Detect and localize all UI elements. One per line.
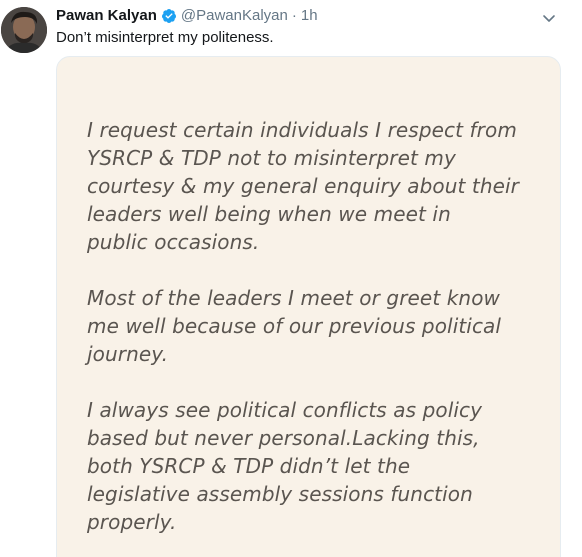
tweet-media-image[interactable]: I request certain individuals I respect …: [56, 56, 561, 557]
tweet-timestamp[interactable]: 1h: [301, 6, 318, 26]
avatar[interactable]: [1, 7, 47, 53]
display-name[interactable]: Pawan Kalyan: [56, 6, 157, 26]
media-text-block: I request certain individuals I respect …: [87, 116, 537, 557]
media-paragraph: I always see political conflicts as poli…: [87, 398, 483, 534]
tweet-header: Pawan Kalyan @PawanKalyan · 1h: [56, 6, 318, 26]
verified-badge-icon: [161, 8, 177, 24]
chevron-down-icon[interactable]: [541, 10, 557, 26]
separator-dot: ·: [291, 7, 297, 24]
author-handle[interactable]: @PawanKalyan: [181, 6, 288, 26]
tweet: Pawan Kalyan @PawanKalyan · 1h Don’t mis…: [0, 0, 582, 557]
tweet-text: Don’t misinterpret my politeness.: [56, 29, 274, 46]
media-paragraph: I request certain individuals I respect …: [87, 118, 519, 254]
media-paragraph: Most of the leaders I meet or greet know…: [87, 286, 502, 366]
